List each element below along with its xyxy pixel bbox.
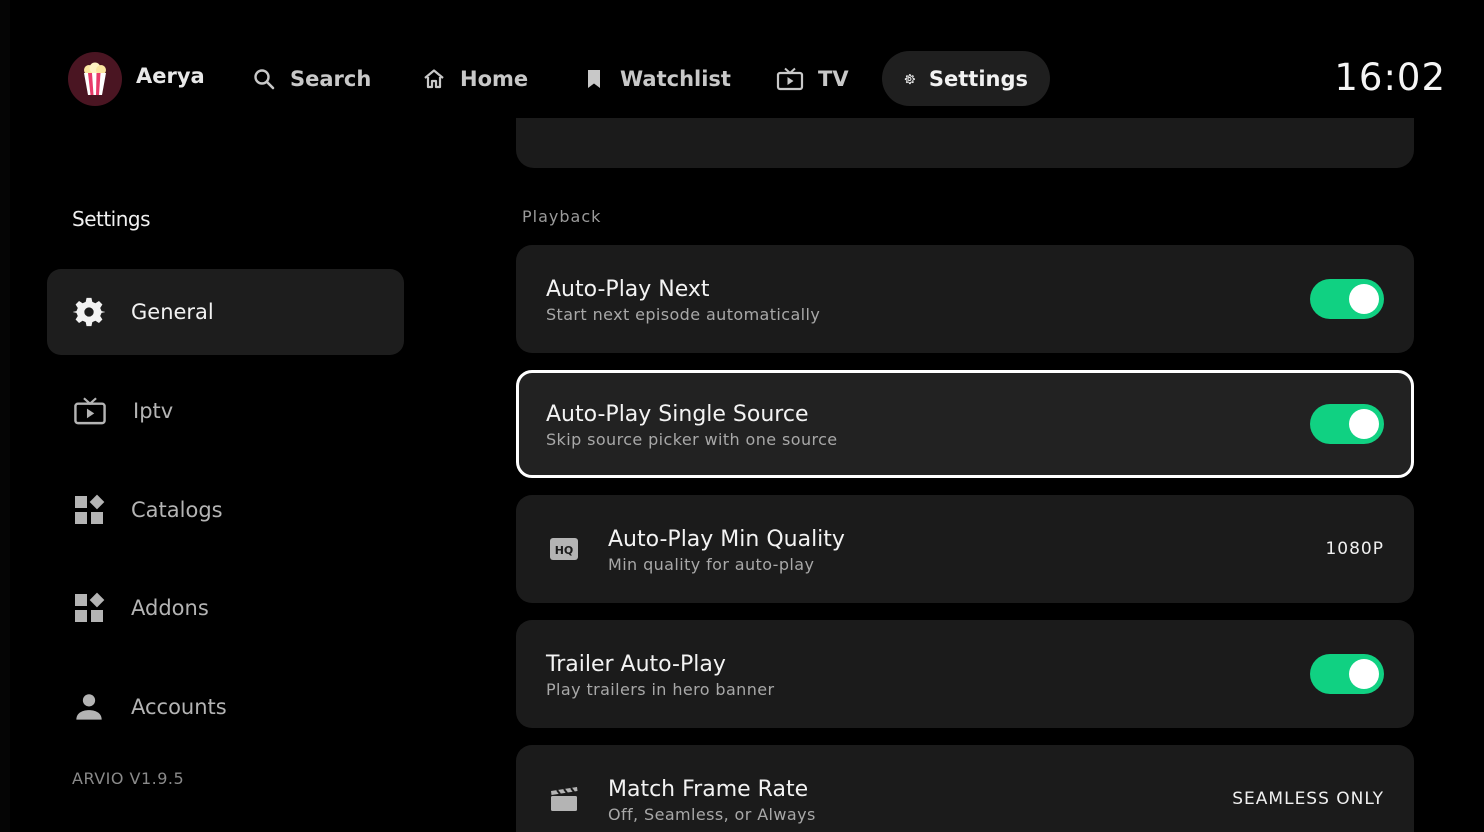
person-icon <box>76 694 102 720</box>
home-icon <box>424 68 444 88</box>
tv-icon <box>776 67 804 90</box>
sidebar-item-iptv[interactable]: Iptv <box>47 368 404 454</box>
app-version: ARVIO V1.9.5 <box>72 769 185 788</box>
clock: 16:02 <box>1334 56 1446 99</box>
sidebar-item-label: Addons <box>131 596 209 620</box>
previous-setting-card[interactable] <box>516 118 1414 168</box>
widgets-icon <box>75 592 105 622</box>
auto-play-next-toggle[interactable] <box>1310 279 1384 319</box>
nav-settings-label: Settings <box>928 66 1028 91</box>
setting-title: Trailer Auto-Play <box>546 652 726 677</box>
setting-subtitle: Skip source picker with one source <box>546 430 838 449</box>
setting-title: Auto-Play Next <box>546 277 710 302</box>
hq-icon: HQ <box>550 538 578 560</box>
setting-trailer-auto-play[interactable]: Trailer Auto-Play Play trailers in hero … <box>516 620 1414 728</box>
setting-subtitle: Play trailers in hero banner <box>546 680 775 699</box>
setting-match-frame-rate[interactable]: Match Frame Rate Off, Seamless, or Alway… <box>516 745 1414 832</box>
sidebar-item-accounts[interactable]: Accounts <box>47 664 404 750</box>
setting-auto-play-next[interactable]: Auto-Play Next Start next episode automa… <box>516 245 1414 353</box>
setting-subtitle: Start next episode automatically <box>546 305 821 324</box>
setting-title: Auto-Play Min Quality <box>608 527 845 552</box>
nav-search[interactable]: Search <box>230 51 393 106</box>
gear-icon <box>73 297 105 327</box>
setting-value: 1080P <box>1325 539 1384 559</box>
nav-tv[interactable]: TV <box>754 51 871 106</box>
widgets-icon <box>75 494 105 524</box>
nav-home[interactable]: Home <box>400 51 550 106</box>
trailer-auto-play-toggle[interactable] <box>1310 654 1384 694</box>
profile-avatar[interactable] <box>68 52 122 106</box>
svg-text:HQ: HQ <box>555 544 574 557</box>
setting-auto-play-min-quality[interactable]: HQ Auto-Play Min Quality Min quality for… <box>516 495 1414 603</box>
app-root: Aerya Search Home Watchlist TV Settings … <box>0 0 1484 832</box>
tv-icon <box>74 397 106 425</box>
popcorn-icon <box>84 62 106 95</box>
setting-title: Match Frame Rate <box>608 777 809 802</box>
sidebar-item-catalogs[interactable]: Catalogs <box>47 467 404 553</box>
setting-subtitle: Off, Seamless, or Always <box>608 805 816 824</box>
nav-search-label: Search <box>290 66 372 91</box>
auto-play-single-source-toggle[interactable] <box>1310 404 1384 444</box>
toggle-knob <box>1349 284 1379 314</box>
bookmark-icon <box>588 69 600 88</box>
profile-name[interactable]: Aerya <box>136 64 205 88</box>
setting-value: SEAMLESS ONLY <box>1232 789 1384 809</box>
setting-auto-play-single-source[interactable]: Auto-Play Single Source Skip source pick… <box>516 370 1414 478</box>
nav-tv-label: TV <box>818 66 849 91</box>
section-header-playback: Playback <box>522 207 602 226</box>
sidebar-item-label: Accounts <box>131 695 227 719</box>
toggle-knob <box>1349 409 1379 439</box>
sidebar-item-label: Iptv <box>133 399 174 423</box>
sidebar-item-addons[interactable]: Addons <box>47 565 404 651</box>
toggle-knob <box>1349 659 1379 689</box>
sidebar-item-label: General <box>131 300 214 324</box>
clapperboard-icon <box>551 787 578 811</box>
setting-subtitle: Min quality for auto-play <box>608 555 815 574</box>
nav-watchlist-label: Watchlist <box>620 66 731 91</box>
sidebar-title: Settings <box>72 207 151 231</box>
search-icon <box>254 68 275 89</box>
sidebar-item-general[interactable]: General <box>47 269 404 355</box>
nav-watchlist[interactable]: Watchlist <box>560 51 753 106</box>
sidebar-item-label: Catalogs <box>131 498 223 522</box>
nav-home-label: Home <box>460 66 529 91</box>
setting-title: Auto-Play Single Source <box>546 402 809 427</box>
gear-icon <box>904 73 915 84</box>
nav-settings[interactable]: Settings <box>882 51 1050 106</box>
